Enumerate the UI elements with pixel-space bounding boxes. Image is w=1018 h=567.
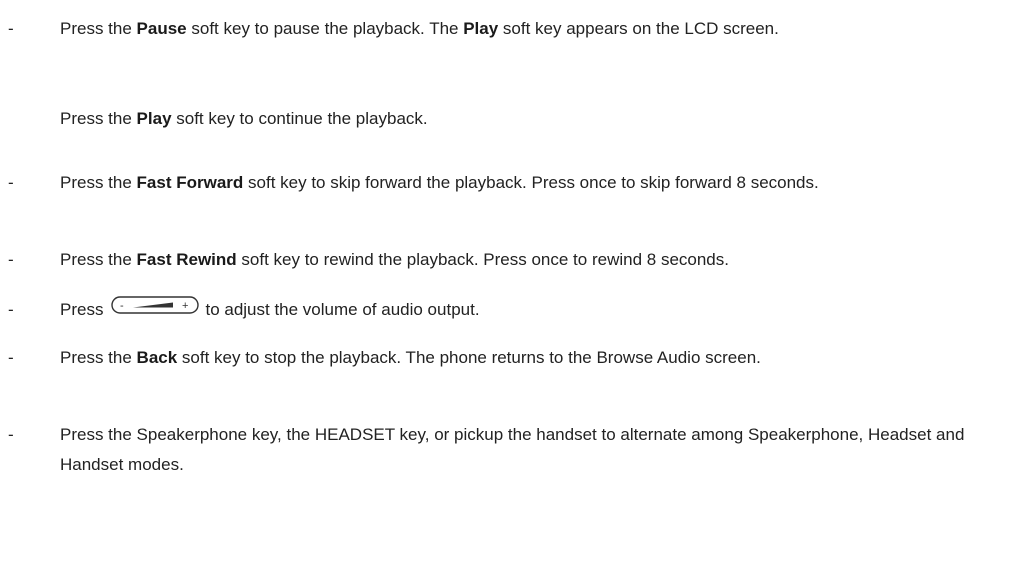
bullet-dash: - [8,19,14,38]
text-run: Press the [60,348,137,367]
bullet-dash: - [8,425,14,444]
soft-key-pause-label: Pause [136,19,187,38]
text-run: soft key to skip forward the playback. P… [243,173,819,192]
text-run: Press the [60,19,137,38]
volume-plus-glyph: + [182,300,188,312]
volume-key-icon: - + [111,294,200,324]
item-text: Press the Pause soft key to pause the pl… [60,14,1010,44]
text-run: Press the [60,173,137,192]
bullet-dash: - [8,300,14,319]
soft-key-play-label: Play [463,19,499,38]
text-run: Press the [60,109,137,128]
text-run: soft key appears on the LCD screen. [498,19,779,38]
soft-key-fast-rewind-label: Fast Rewind [136,250,237,269]
text-run: Press the [60,250,137,269]
bullet-dash: - [8,250,14,269]
text-run: Press [60,300,104,319]
text-run: soft key to rewind the playback. Press o… [236,250,729,269]
item-text: Press the Fast Forward soft key to skip … [60,168,1010,198]
text-run: soft key to stop the playback. The phone… [177,348,761,367]
item-text: Press the Back soft key to stop the play… [60,343,1010,373]
soft-key-back-label: Back [136,348,178,367]
text-run: soft key to pause the playback. The [186,19,464,38]
item-text: Press - + to adjust the volume of audio … [60,295,1010,326]
item-text: Press the Speakerphone key, the HEADSET … [60,425,965,474]
soft-key-play-label: Play [136,109,172,128]
bullet-dash: - [8,173,14,192]
item-text: Press the Play soft key to continue the … [60,104,1010,134]
document-page: - Press the Pause soft key to pause the … [0,0,1018,567]
item-text: Press the Fast Rewind soft key to rewind… [60,245,1010,275]
volume-minus-glyph: - [120,300,124,312]
text-run: to adjust the volume of audio output. [205,300,480,319]
bullet-dash: - [8,348,14,367]
text-run: soft key to continue the playback. [171,109,428,128]
soft-key-fast-forward-label: Fast Forward [136,173,244,192]
